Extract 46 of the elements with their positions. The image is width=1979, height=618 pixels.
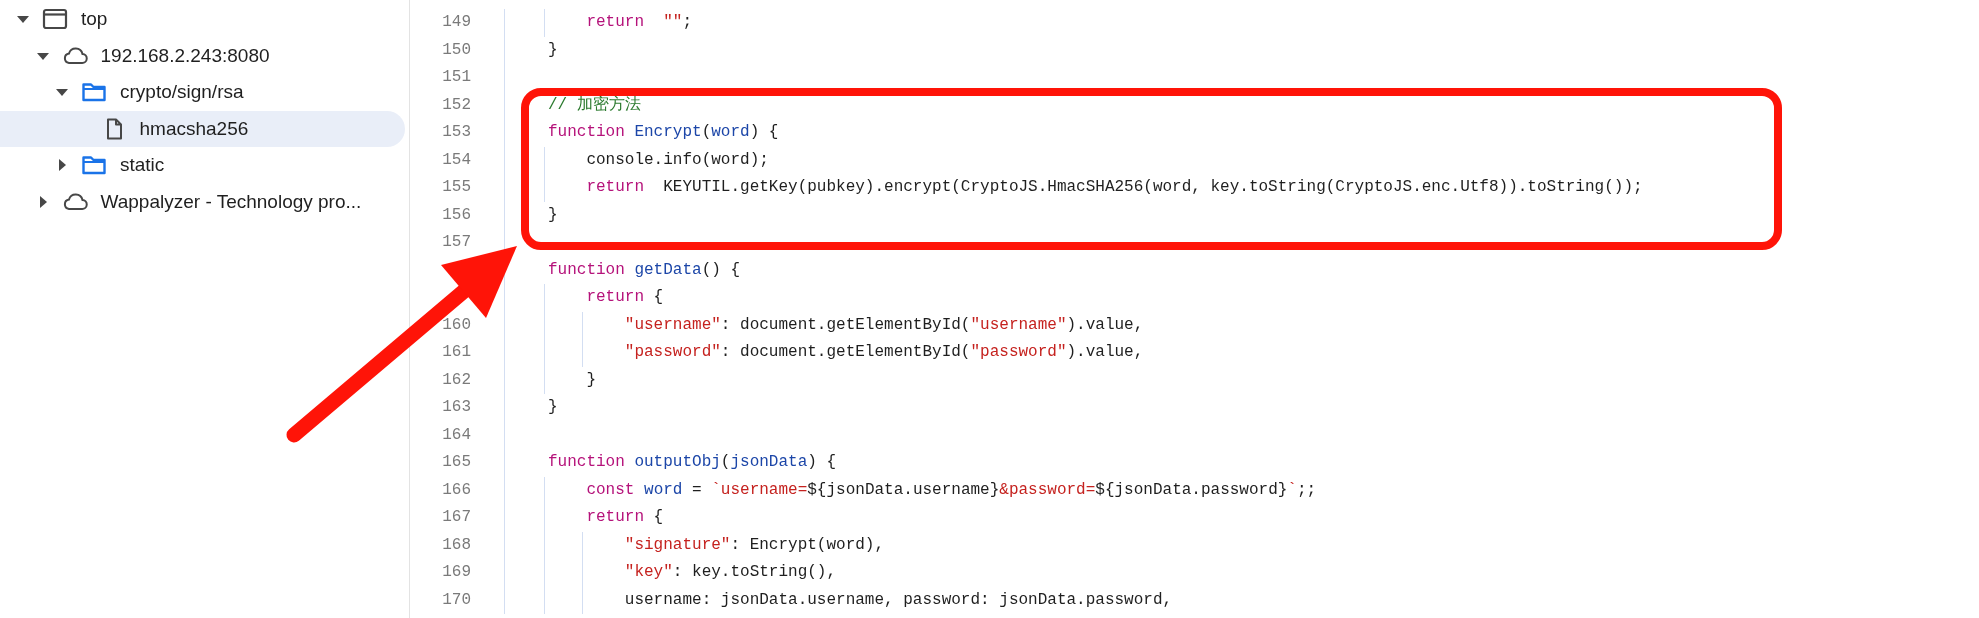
code-line: "username": document.getElementById("username").value, [623, 314, 1144, 336]
line-number: 152 [410, 91, 505, 119]
code-line: } [548, 397, 558, 418]
tree-item[interactable]: Wappalyzer - Technology pro... [0, 183, 405, 220]
line-number: 154 [410, 146, 505, 174]
tree-item[interactable]: hmacsha256 [0, 110, 405, 147]
line-number: 165 [410, 449, 505, 477]
line-number: 162 [410, 366, 505, 394]
code-line: return KEYUTIL.getKey(pubkey).encrypt(CryptoJS.HmacSHA256(word, key.toString(CryptoJS.enc.Utf8)).toString()); [585, 177, 1643, 198]
code-line: "signature": Encrypt(word), [623, 534, 885, 556]
code-line: return ""; [585, 12, 693, 33]
tree-item[interactable]: crypto/sign/rsa [0, 74, 405, 111]
code-line: username: jsonData.username, password: jsonData.password, [623, 589, 1173, 611]
line-number: 167 [410, 504, 505, 532]
folder-icon [81, 81, 107, 104]
code-line: } [585, 369, 596, 391]
code-line: "password": document.getElementById("password").value, [623, 342, 1144, 363]
line-number: 161 [410, 339, 505, 367]
code-line: function getData() { [548, 259, 741, 281]
window-icon [42, 8, 68, 31]
code-line: console.info(word); [585, 149, 769, 171]
line-number: 170 [410, 586, 505, 614]
code-line: // 加密方法 [548, 94, 641, 116]
line-number: 149 [410, 9, 505, 37]
line-number: 168 [410, 531, 505, 559]
tree-item[interactable]: top [0, 1, 405, 38]
line-number: 164 [410, 421, 505, 449]
line-number: 153 [410, 119, 505, 147]
code-line: function Encrypt(word) { [548, 122, 779, 143]
line-number: 166 [410, 476, 505, 504]
code-line: } [548, 39, 558, 61]
code-line: const word = `username=${jsonData.username}&password=${jsonData.password}`;; [585, 479, 1317, 501]
code-line: } [548, 204, 558, 226]
code-line: return { [585, 287, 664, 308]
line-number: 155 [410, 174, 505, 202]
line-number: 163 [410, 394, 505, 422]
line-number: 156 [410, 201, 505, 229]
folder-icon [81, 154, 107, 177]
tree-item[interactable]: static [0, 147, 405, 184]
code-line: function outputObj(jsonData) { [548, 452, 837, 473]
code-line: "key": key.toString(), [623, 562, 837, 583]
tree-item[interactable]: 192.168.2.243:8080 [0, 37, 405, 74]
code-line: return { [585, 507, 664, 528]
line-number: 169 [410, 559, 505, 587]
line-number: 151 [410, 64, 505, 92]
line-number: 150 [410, 36, 505, 64]
